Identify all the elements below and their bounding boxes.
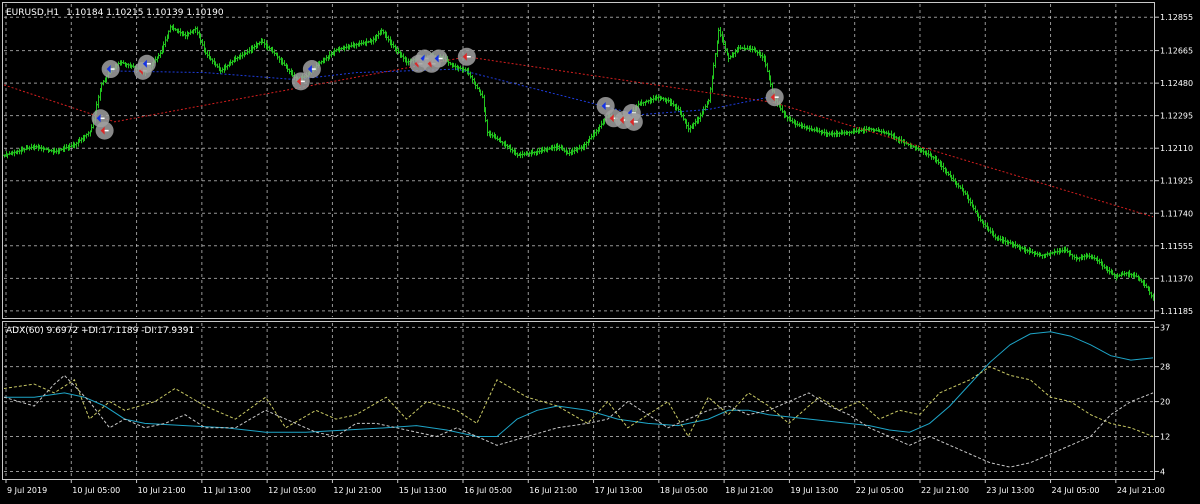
chart-root: 9 Jul 2019 10 Jul 05:00 10 Jul 21:00 11 Jul… [0, 0, 1200, 500]
buy-marker [429, 49, 448, 68]
price-y-tick-label: 1.11185 [1160, 307, 1193, 316]
x-tick-label: 16 Jul 21:00 [529, 486, 577, 495]
x-tick-label: 23 Jul 13:00 [986, 486, 1034, 495]
x-tick-label: 10 Jul 05:00 [72, 486, 120, 495]
symbol-label: EURUSD,H1 [6, 8, 59, 18]
x-tick-label: 12 Jul 05:00 [268, 486, 316, 495]
indicator-y-tick-label: 37 [1160, 323, 1170, 332]
x-tick-label: 16 Jul 05:00 [464, 486, 512, 495]
indicator-y-tick-label: 20 [1160, 398, 1170, 407]
sell-marker [95, 121, 114, 140]
indicator-label: ADX(60) 9.6972 +DI:17.1189 -DI:17.9391 [6, 326, 194, 336]
price-y-tick-label: 1.12855 [1160, 13, 1193, 22]
indicator-y-tick-label: 4 [1160, 467, 1165, 476]
x-tick-label: 22 Jul 05:00 [856, 486, 904, 495]
price-y-tick-label: 1.12665 [1160, 47, 1193, 56]
chart-svg: 9 Jul 2019 10 Jul 05:00 10 Jul 21:00 11 Jul… [0, 0, 1200, 500]
x-tick-label: 9 Jul 2019 [7, 486, 47, 495]
price-y-tick-label: 1.11555 [1160, 242, 1193, 251]
x-tick-label: 10 Jul 21:00 [138, 486, 186, 495]
x-tick-label: 12 Jul 21:00 [333, 486, 381, 495]
buy-marker [302, 60, 321, 79]
price-y-tick-label: 1.12295 [1160, 112, 1193, 121]
x-tick-label: 19 Jul 13:00 [790, 486, 838, 495]
buy-marker [137, 54, 156, 73]
x-tick-label: 17 Jul 13:00 [595, 486, 643, 495]
x-tick-label: 18 Jul 05:00 [660, 486, 708, 495]
x-tick-label: 22 Jul 21:00 [921, 486, 969, 495]
price-y-tick-label: 1.11370 [1160, 274, 1193, 283]
x-tick-label: 11 Jul 13:00 [203, 486, 251, 495]
sell-marker [457, 47, 476, 66]
price-y-tick-label: 1.12110 [1160, 144, 1193, 153]
buy-marker [101, 60, 120, 79]
ohlc-label: 1.10184 1.10215 1.10139 1.10190 [66, 8, 224, 18]
price-y-tick-label: 1.12480 [1160, 79, 1193, 88]
indicator-y-tick-label: 28 [1160, 363, 1170, 372]
sell-marker [624, 112, 643, 131]
x-tick-label: 24 Jul 21:00 [1117, 486, 1165, 495]
sell-marker [765, 88, 784, 107]
price-y-tick-label: 1.11740 [1160, 209, 1193, 218]
chart-header: EURUSD,H1 1.10184 1.10215 1.10139 1.10190 [6, 8, 224, 18]
x-tick-label: 24 Jul 05:00 [1052, 486, 1100, 495]
price-y-tick-label: 1.11925 [1160, 177, 1193, 186]
x-tick-label: 15 Jul 13:00 [399, 486, 447, 495]
indicator-y-tick-label: 12 [1160, 433, 1170, 442]
x-tick-label: 18 Jul 21:00 [725, 486, 773, 495]
